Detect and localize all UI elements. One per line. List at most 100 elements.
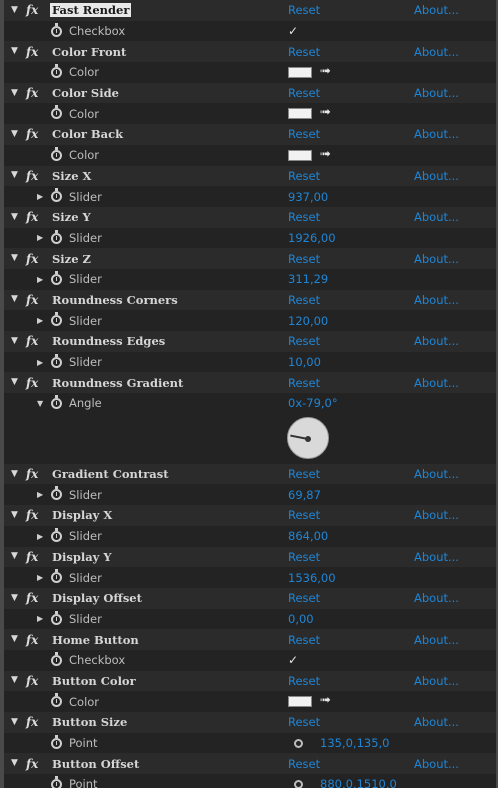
effect-name[interactable]: Size X <box>50 169 93 183</box>
twirl-closed-icon[interactable]: ▶ <box>37 275 43 284</box>
stopwatch-icon[interactable] <box>51 527 62 542</box>
angle-dial[interactable] <box>287 416 329 459</box>
twirl-open-icon[interactable]: ▼ <box>11 717 21 727</box>
about-link[interactable]: About... <box>414 467 459 481</box>
effect-name[interactable]: Size Z <box>50 252 93 266</box>
fx-icon[interactable]: fx <box>26 591 38 605</box>
fx-icon[interactable]: fx <box>26 210 38 224</box>
twirl-open-icon[interactable]: ▼ <box>11 759 21 768</box>
reset-button[interactable]: Reset <box>288 169 320 183</box>
color-swatch[interactable] <box>288 108 312 120</box>
crosshair-icon[interactable] <box>294 738 303 748</box>
reset-button[interactable]: Reset <box>288 508 320 522</box>
effect-name[interactable]: Size Y <box>50 210 93 224</box>
effect-name[interactable]: Display X <box>50 508 114 522</box>
reset-button[interactable]: Reset <box>288 3 320 17</box>
effect-name[interactable]: Roundness Gradient <box>50 376 185 390</box>
fx-icon[interactable]: fx <box>26 508 38 522</box>
reset-button[interactable]: Reset <box>288 757 320 771</box>
point-value[interactable]: 880,0,1510,0 <box>320 777 397 788</box>
effect-name[interactable]: Color Front <box>50 45 128 59</box>
reset-button[interactable]: Reset <box>288 467 320 481</box>
twirl-open-icon[interactable]: ▼ <box>11 676 21 685</box>
about-link[interactable]: About... <box>414 757 459 771</box>
about-link[interactable]: About... <box>414 376 459 390</box>
twirl-open-icon[interactable]: ▼ <box>11 88 21 98</box>
parameter-value[interactable]: 311,29 <box>288 272 328 286</box>
fx-icon[interactable]: fx <box>26 86 38 100</box>
about-link[interactable]: About... <box>414 550 459 564</box>
eyedropper-icon[interactable]: ➟ <box>320 64 331 79</box>
color-swatch[interactable] <box>288 67 312 79</box>
about-link[interactable]: About... <box>414 508 459 522</box>
twirl-closed-icon[interactable]: ▶ <box>37 614 43 623</box>
color-swatch[interactable] <box>288 696 312 708</box>
twirl-open-icon[interactable]: ▼ <box>11 47 21 56</box>
effect-name[interactable]: Roundness Edges <box>50 334 167 348</box>
stopwatch-icon[interactable] <box>51 270 62 285</box>
stopwatch-icon[interactable] <box>51 734 62 749</box>
reset-button[interactable]: Reset <box>288 376 320 390</box>
reset-button[interactable]: Reset <box>288 252 320 266</box>
fx-icon[interactable]: fx <box>26 757 38 771</box>
about-link[interactable]: About... <box>414 3 459 17</box>
fx-icon[interactable]: fx <box>26 715 38 729</box>
twirl-closed-icon[interactable]: ▶ <box>37 358 43 367</box>
effect-name[interactable]: Button Offset <box>50 757 141 771</box>
stopwatch-icon[interactable] <box>51 353 62 368</box>
effect-name[interactable]: Display Offset <box>50 591 144 605</box>
fx-icon[interactable]: fx <box>26 674 38 688</box>
about-link[interactable]: About... <box>414 715 459 729</box>
twirl-open-icon[interactable]: ▼ <box>11 378 21 387</box>
twirl-open-icon[interactable]: ▼ <box>11 510 21 520</box>
about-link[interactable]: About... <box>414 674 459 688</box>
effect-name[interactable]: Color Back <box>50 127 125 141</box>
about-link[interactable]: About... <box>414 293 459 307</box>
parameter-value[interactable]: 10,00 <box>288 355 321 369</box>
parameter-value[interactable]: 1926,00 <box>288 231 336 245</box>
fx-icon[interactable]: fx <box>26 127 38 141</box>
effect-name[interactable]: Display Y <box>50 550 114 564</box>
twirl-open-icon[interactable]: ▼ <box>11 129 21 139</box>
reset-button[interactable]: Reset <box>288 86 320 100</box>
parameter-value[interactable]: 1536,00 <box>288 571 336 585</box>
fx-icon[interactable]: fx <box>26 550 38 564</box>
reset-button[interactable]: Reset <box>288 127 320 141</box>
fx-icon[interactable]: fx <box>26 3 38 17</box>
about-link[interactable]: About... <box>414 45 459 59</box>
stopwatch-icon[interactable] <box>51 64 62 79</box>
effect-name[interactable]: Button Color <box>50 674 138 688</box>
twirl-open-icon[interactable]: ▼ <box>11 635 21 644</box>
stopwatch-icon[interactable] <box>51 312 62 327</box>
stopwatch-icon[interactable] <box>51 610 62 625</box>
reset-button[interactable]: Reset <box>288 293 320 307</box>
reset-button[interactable]: Reset <box>288 210 320 224</box>
twirl-closed-icon[interactable]: ▶ <box>37 233 43 242</box>
reset-button[interactable]: Reset <box>288 334 320 348</box>
twirl-open-icon[interactable]: ▼ <box>11 295 21 304</box>
effect-name[interactable]: Home Button <box>50 633 141 647</box>
stopwatch-icon[interactable] <box>51 693 62 708</box>
effect-name[interactable]: Fast Render <box>50 3 132 18</box>
stopwatch-icon[interactable] <box>51 105 62 120</box>
about-link[interactable]: About... <box>414 633 459 647</box>
reset-button[interactable]: Reset <box>288 715 320 729</box>
twirl-closed-icon[interactable]: ▶ <box>37 192 43 201</box>
twirl-open-icon[interactable]: ▼ <box>11 212 21 222</box>
parameter-value[interactable]: 0x-79,0° <box>288 396 338 410</box>
effect-name[interactable]: Gradient Contrast <box>50 467 171 481</box>
stopwatch-icon[interactable] <box>51 229 62 244</box>
twirl-open-icon[interactable]: ▼ <box>11 254 21 263</box>
stopwatch-icon[interactable] <box>51 146 62 161</box>
about-link[interactable]: About... <box>414 591 459 605</box>
reset-button[interactable]: Reset <box>288 633 320 647</box>
about-link[interactable]: About... <box>414 210 459 224</box>
stopwatch-icon[interactable] <box>51 395 62 410</box>
fx-icon[interactable]: fx <box>26 45 38 59</box>
twirl-closed-icon[interactable]: ▶ <box>37 532 43 541</box>
fx-icon[interactable]: fx <box>26 334 38 348</box>
stopwatch-icon[interactable] <box>51 651 62 666</box>
effect-name[interactable]: Button Size <box>50 715 129 729</box>
parameter-value[interactable]: 120,00 <box>288 314 328 328</box>
fx-icon[interactable]: fx <box>26 376 38 390</box>
